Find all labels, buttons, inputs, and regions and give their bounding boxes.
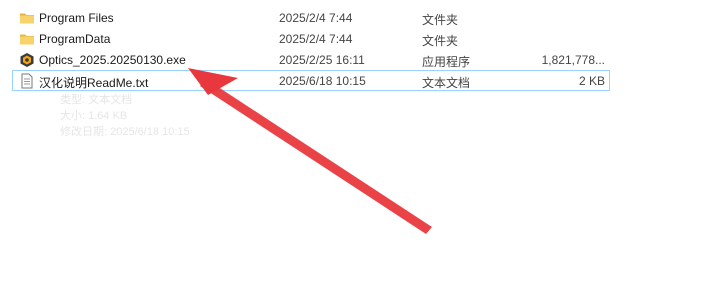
annotation-arrow [188, 68, 432, 234]
